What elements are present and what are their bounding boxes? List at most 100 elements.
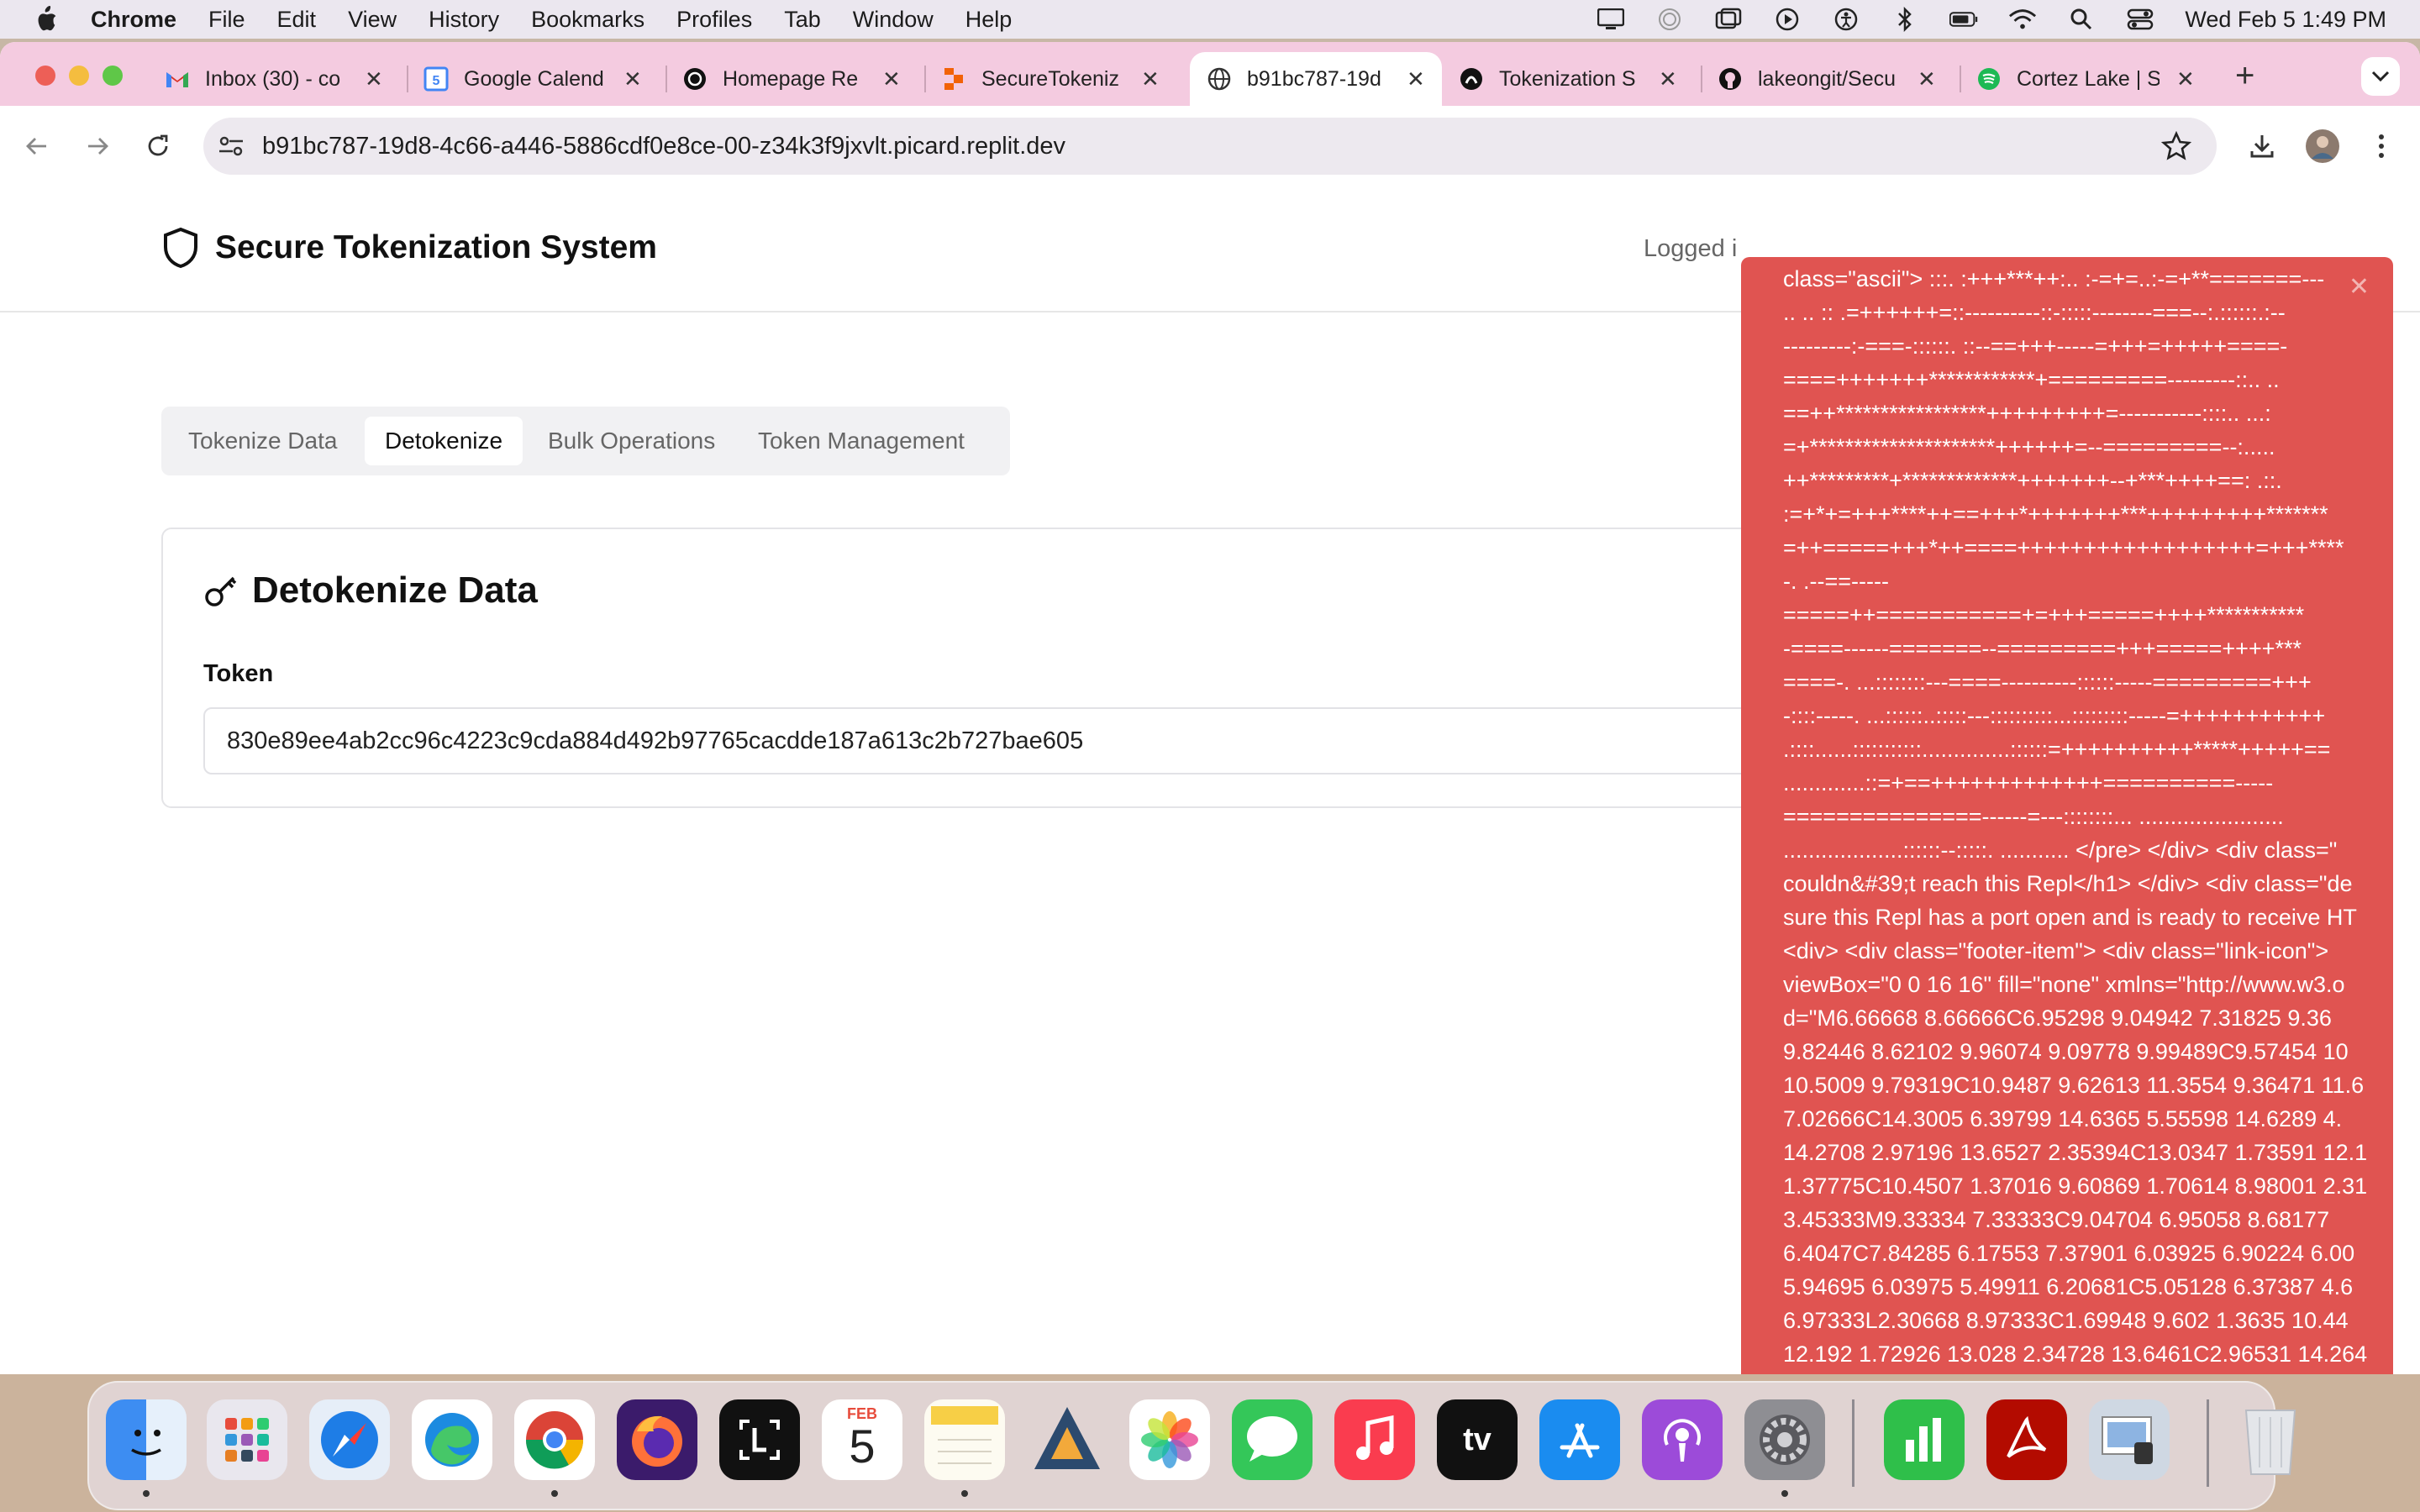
screen-mirror-icon[interactable] (1714, 8, 1743, 31)
error-text-line: ---------:-===-::::::. ::--==+++-----=++… (1783, 333, 2288, 359)
reload-button[interactable] (141, 129, 175, 163)
browser-tab[interactable]: Inbox (30) - co ✕ (165, 52, 383, 106)
close-tab-icon[interactable]: ✕ (365, 66, 383, 92)
menu-help[interactable]: Help (965, 7, 1013, 33)
menu-view[interactable]: View (348, 7, 397, 33)
error-text-line: 6.97333L2.30668 8.97333C1.69948 9.602 1.… (1783, 1308, 2349, 1333)
app-store-icon[interactable] (1539, 1399, 1620, 1480)
messages-icon[interactable] (1232, 1399, 1313, 1480)
fingerprint-icon[interactable] (1655, 8, 1684, 31)
search-icon[interactable] (2067, 8, 2096, 31)
play-circle-icon[interactable] (1773, 8, 1802, 31)
menu-window[interactable]: Window (853, 7, 934, 33)
menu-history[interactable]: History (429, 7, 499, 33)
token-input-value[interactable]: 830e89ee4ab2cc96c4223c9cda884d492b97765c… (227, 727, 1083, 755)
close-tab-icon[interactable]: ✕ (1659, 66, 1677, 92)
launchpad-icon[interactable] (207, 1399, 287, 1480)
podcasts-icon[interactable] (1642, 1399, 1723, 1480)
url-text[interactable]: b91bc787-19d8-4c66-a446-5886cdf0e8ce-00-… (262, 133, 1065, 160)
edge-icon[interactable] (412, 1399, 492, 1480)
browser-tab[interactable]: SecureTokeniz ✕ (941, 52, 1160, 106)
more-menu-icon[interactable] (2363, 128, 2400, 165)
browser-tab[interactable]: Homepage Re ✕ (682, 52, 901, 106)
apple-tv-icon[interactable]: tv (1437, 1399, 1518, 1480)
bluetooth-icon[interactable] (1891, 7, 1919, 32)
error-text-line: .::::......:::::::::::..............::::… (1783, 737, 2331, 762)
tab-tokenize-data[interactable]: Tokenize Data (168, 417, 357, 465)
bookmark-star-icon[interactable] (2161, 131, 2191, 161)
browser-tab[interactable]: 5 Google Calend ✕ (424, 52, 642, 106)
close-tab-icon[interactable]: ✕ (882, 66, 901, 92)
lasso-icon[interactable] (719, 1399, 800, 1480)
back-button[interactable] (20, 129, 54, 163)
calendar-app-icon[interactable]: FEB 5 (822, 1399, 902, 1480)
error-text-line: =++=====+++*++====++++++++++++++++++=+++… (1783, 535, 2344, 560)
firefox-icon[interactable] (617, 1399, 697, 1480)
error-text: class="ascii"> :::. :+++***++:.. :-=+=..… (1783, 262, 2393, 1374)
control-center-icon[interactable] (2126, 8, 2154, 31)
preview-icon[interactable] (2089, 1399, 2170, 1480)
error-text-line: 6.4047C7.84285 6.17553 7.37901 6.03925 6… (1783, 1241, 2355, 1266)
chrome-icon[interactable] (514, 1399, 595, 1480)
accessibility-icon[interactable] (1832, 8, 1860, 31)
apple-logo-icon[interactable] (34, 5, 59, 34)
close-window-button[interactable] (35, 66, 55, 86)
wings-icon[interactable] (1027, 1399, 1107, 1480)
browser-tab[interactable]: lakeongit/Secu ✕ (1718, 52, 1936, 106)
close-tab-icon[interactable]: ✕ (1407, 66, 1425, 92)
address-bar[interactable]: b91bc787-19d8-4c66-a446-5886cdf0e8ce-00-… (203, 118, 2217, 175)
wifi-icon[interactable] (2008, 8, 2037, 31)
close-tab-icon[interactable]: ✕ (1141, 66, 1160, 92)
minimize-window-button[interactable] (69, 66, 89, 86)
dock: FEB 5 tv (87, 1381, 2296, 1510)
close-tab-icon[interactable]: ✕ (2176, 66, 2195, 92)
menu-edit[interactable]: Edit (277, 7, 317, 33)
browser-tab[interactable]: Cortez Lake | S ✕ (1976, 52, 2195, 106)
system-settings-icon[interactable] (1744, 1399, 1825, 1480)
notes-icon[interactable] (924, 1399, 1005, 1480)
tab-token-management[interactable]: Token Management (738, 417, 985, 465)
browser-tab[interactable]: Tokenization S ✕ (1459, 52, 1677, 106)
download-icon[interactable] (2244, 128, 2281, 165)
tab-label: Tokenization S (1499, 66, 1636, 91)
menu-file[interactable]: File (208, 7, 245, 33)
brand: Secure Tokenization System (161, 227, 657, 269)
trash-icon[interactable] (2230, 1399, 2311, 1480)
menu-tab[interactable]: Tab (784, 7, 821, 33)
menu-bookmarks[interactable]: Bookmarks (531, 7, 644, 33)
numbers-icon[interactable] (1884, 1399, 1965, 1480)
avatar[interactable] (2304, 128, 2341, 165)
browser-tab-active[interactable]: b91bc787-19d ✕ (1190, 52, 1442, 106)
display-icon[interactable] (1597, 8, 1625, 31)
error-text-line: ...................::::::--:::::. ......… (1783, 837, 2338, 863)
token-input[interactable]: 830e89ee4ab2cc96c4223c9cda884d492b97765c… (203, 707, 1971, 774)
error-text-line: 3.45333M9.33334 7.33333C9.04704 6.95058 … (1783, 1207, 2330, 1232)
menu-profiles[interactable]: Profiles (676, 7, 752, 33)
app-icon (1459, 66, 1484, 92)
gmail-icon (165, 66, 190, 92)
battery-icon[interactable] (1949, 8, 1978, 31)
tab-bulk-operations[interactable]: Bulk Operations (528, 417, 735, 465)
tab-label: b91bc787-19d (1247, 66, 1381, 91)
finder-icon[interactable] (106, 1399, 187, 1480)
music-icon[interactable] (1334, 1399, 1415, 1480)
menubar-clock[interactable]: Wed Feb 5 1:49 PM (2185, 7, 2386, 33)
menu-app-name[interactable]: Chrome (91, 7, 176, 33)
maximize-window-button[interactable] (103, 66, 123, 86)
tab-search-button[interactable] (2361, 57, 2400, 96)
key-icon (205, 576, 237, 606)
svg-text:5: 5 (433, 74, 440, 88)
acrobat-icon[interactable] (1986, 1399, 2067, 1480)
photos-icon[interactable] (1129, 1399, 1210, 1480)
browser-toolbar: b91bc787-19d8-4c66-a446-5886cdf0e8ce-00-… (0, 106, 2420, 187)
close-tab-icon[interactable]: ✕ (1918, 66, 1936, 92)
new-tab-button[interactable]: + (2235, 57, 2254, 95)
error-text-line: .. .. :: .=++++++=::----------::-:::::--… (1783, 300, 2286, 325)
close-tab-icon[interactable]: ✕ (623, 66, 642, 92)
safari-icon[interactable] (309, 1399, 390, 1480)
error-text-line: <div> <div class="footer-item"> <div cla… (1783, 938, 2329, 963)
site-info-icon[interactable] (217, 132, 245, 160)
tab-detokenize[interactable]: Detokenize (365, 417, 523, 465)
error-text-line: couldn&#39;t reach this Repl</h1> </div>… (1783, 871, 2353, 896)
forward-button[interactable] (81, 129, 114, 163)
